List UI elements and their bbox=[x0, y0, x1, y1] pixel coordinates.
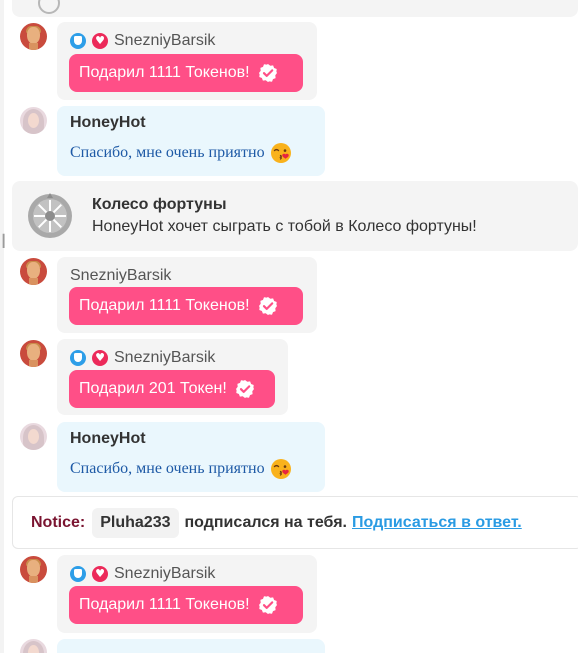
kissing-face-emoji bbox=[270, 142, 292, 164]
fortune-description: HoneyHot хочет сыграть с тобой в Колесо … bbox=[92, 218, 477, 235]
message-header: SnezniyBarsik bbox=[70, 349, 215, 367]
shield-icon bbox=[70, 566, 86, 582]
gift-badge: Подарил 201 Токен! bbox=[69, 370, 275, 408]
notice-text: подписался на тебя. bbox=[184, 513, 348, 531]
gift-text: Подарил 1111 Токенов! bbox=[79, 596, 250, 613]
message-header: SnezniyBarsik bbox=[70, 565, 215, 583]
message-header: HoneyHot bbox=[70, 114, 146, 132]
chat-feed: ┃ SnezniyBarsik Подарил 1111 Токенов! Ho… bbox=[0, 0, 578, 653]
heart-icon bbox=[92, 33, 108, 49]
gift-badge: Подарил 1111 Токенов! bbox=[69, 586, 303, 624]
chat-message: SnezniyBarsik Подарил 1111 Токенов! bbox=[57, 257, 317, 333]
username[interactable]: HoneyHot bbox=[70, 114, 146, 132]
avatar[interactable] bbox=[20, 107, 47, 134]
shield-icon bbox=[70, 33, 86, 49]
avatar[interactable] bbox=[20, 639, 47, 653]
avatar[interactable] bbox=[20, 423, 47, 450]
verified-check-icon bbox=[258, 595, 278, 615]
message-text: Спасибо, мне очень приятно bbox=[70, 458, 292, 480]
system-message-partial bbox=[12, 0, 578, 17]
gift-badge: Подарил 1111 Токенов! bbox=[69, 287, 303, 325]
notice-username[interactable]: Pluha233 bbox=[92, 507, 179, 538]
gift-text: Подарил 1111 Токенов! bbox=[79, 64, 250, 81]
fortune-wheel-card[interactable]: Колесо фортуны HoneyHot хочет сыграть с … bbox=[12, 181, 578, 251]
avatar[interactable] bbox=[20, 556, 47, 583]
username[interactable]: SnezniyBarsik bbox=[114, 565, 215, 583]
shield-icon bbox=[70, 350, 86, 366]
message-text: Спасибо, мне очень приятно bbox=[70, 142, 292, 164]
avatar[interactable] bbox=[20, 340, 47, 367]
username[interactable]: SnezniyBarsik bbox=[70, 267, 171, 285]
username[interactable]: SnezniyBarsik bbox=[114, 349, 215, 367]
username[interactable]: HoneyHot bbox=[70, 430, 146, 448]
gift-text: Подарил 201 Токен! bbox=[79, 380, 227, 397]
fortune-title: Колесо фортуны bbox=[92, 196, 227, 213]
message-text-content: Спасибо, мне очень приятно bbox=[70, 460, 265, 477]
notice-bar: Notice: Pluha233 подписался на тебя. Под… bbox=[12, 496, 578, 549]
verified-check-icon bbox=[258, 296, 278, 316]
heart-icon bbox=[92, 566, 108, 582]
username[interactable]: SnezniyBarsik bbox=[114, 32, 215, 50]
heart-icon bbox=[92, 350, 108, 366]
kissing-face-emoji bbox=[270, 458, 292, 480]
gift-badge: Подарил 1111 Токенов! bbox=[69, 54, 303, 92]
chat-message: HoneyHot Спасибо, мне очень приятно bbox=[57, 106, 325, 176]
chat-message-partial bbox=[57, 639, 325, 653]
follow-back-link[interactable]: Подписаться в ответ. bbox=[352, 514, 522, 532]
message-header: SnezniyBarsik bbox=[70, 32, 215, 50]
message-header: SnezniyBarsik bbox=[70, 267, 171, 285]
chat-message: SnezniyBarsik Подарил 201 Токен! bbox=[57, 339, 288, 415]
notice-label: Notice: bbox=[31, 513, 86, 531]
verified-check-icon bbox=[235, 379, 255, 399]
fortune-wheel-icon bbox=[26, 192, 74, 240]
verified-check-icon bbox=[258, 63, 278, 83]
chat-message: HoneyHot Спасибо, мне очень приятно bbox=[57, 422, 325, 492]
avatar[interactable] bbox=[20, 23, 47, 50]
chat-message: SnezniyBarsik Подарил 1111 Токенов! bbox=[57, 22, 317, 100]
message-text-content: Спасибо, мне очень приятно bbox=[70, 144, 265, 161]
message-header: HoneyHot bbox=[70, 430, 146, 448]
chat-message: SnezniyBarsik Подарил 1111 Токенов! bbox=[57, 555, 317, 633]
fortune-wheel-icon bbox=[38, 0, 60, 14]
chat-left-rail bbox=[0, 0, 4, 653]
gift-text: Подарил 1111 Токенов! bbox=[79, 297, 250, 314]
avatar[interactable] bbox=[20, 258, 47, 285]
